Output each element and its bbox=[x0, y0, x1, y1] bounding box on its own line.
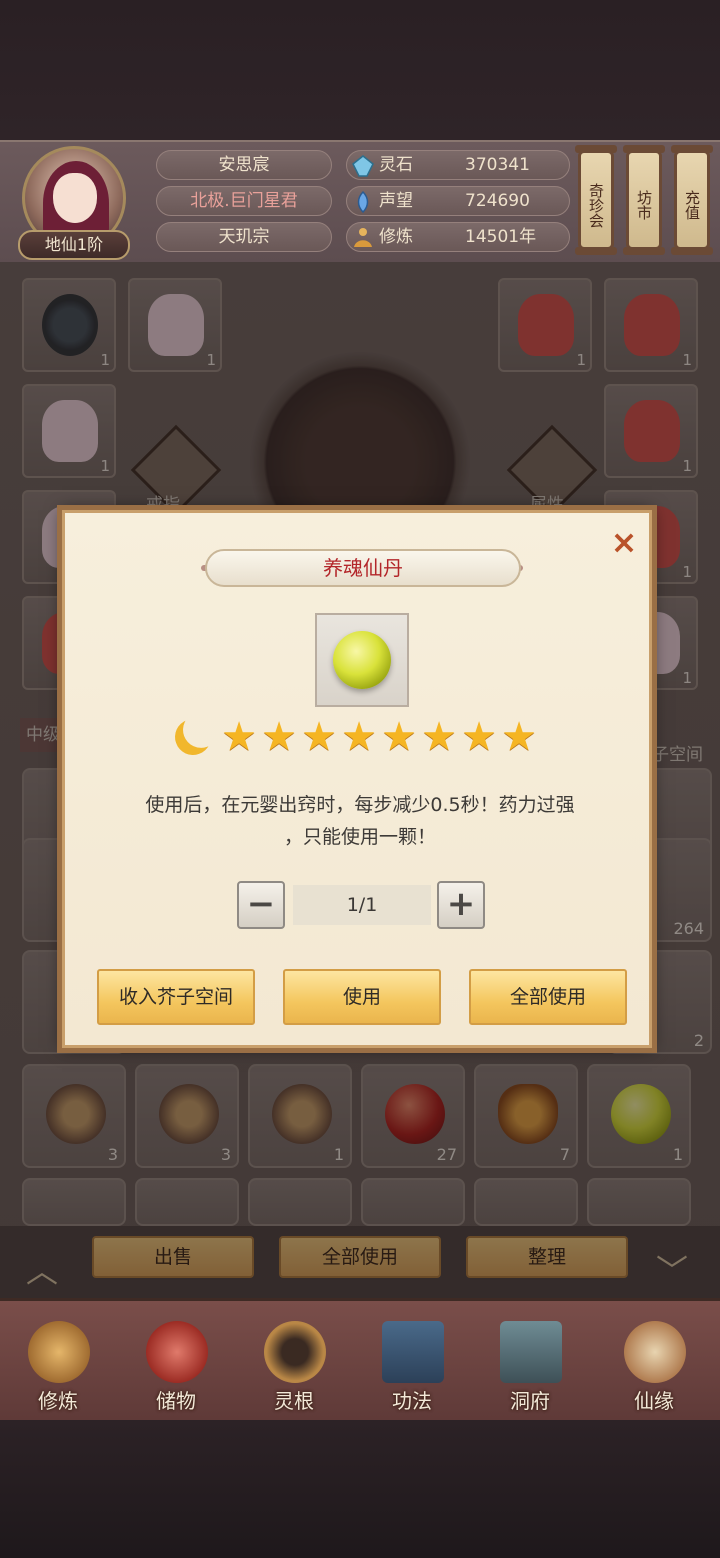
item-detail-dialog: 养魂仙丹 × ★ ★ ★ ★ ★ ★ ★ ★ 使用后，在元婴出窍时，每步减少0.… bbox=[62, 510, 652, 1048]
star-icon: ★ bbox=[261, 714, 297, 760]
nav-label: 修炼 bbox=[38, 1389, 78, 1413]
use-all-dialog-button[interactable]: 全部使用 bbox=[469, 969, 627, 1025]
cave-icon bbox=[500, 1321, 562, 1383]
item-description: 使用后，在元婴出窍时，每步减少0.5秒！药力过强 ，只能使用一颗！ bbox=[95, 789, 625, 853]
star-icon: ★ bbox=[301, 714, 337, 760]
nav-spirit-root[interactable]: 灵根 bbox=[246, 1317, 342, 1421]
resource-spirit-stone: 灵石 370341 bbox=[346, 150, 570, 180]
use-button[interactable]: 使用 bbox=[283, 969, 441, 1025]
resource-label: 声望 bbox=[379, 191, 413, 211]
nav-cave[interactable]: 洞府 bbox=[482, 1317, 578, 1421]
resource-prestige: 声望 724690 bbox=[346, 186, 570, 216]
spirit-root-icon bbox=[264, 1321, 326, 1383]
moon-icon bbox=[170, 714, 216, 760]
item-preview bbox=[315, 613, 409, 707]
avatar-face bbox=[53, 173, 97, 223]
spirit-stone-icon bbox=[352, 155, 374, 177]
star-icon: ★ bbox=[421, 714, 457, 760]
player-title: 北极.巨门星君 bbox=[156, 186, 332, 216]
nav-label: 仙缘 bbox=[634, 1389, 674, 1413]
decrease-quantity-button[interactable]: − bbox=[237, 881, 285, 929]
star-icon: ★ bbox=[381, 714, 417, 760]
nav-cultivate[interactable]: 修炼 bbox=[10, 1317, 106, 1421]
resource-value: 370341 bbox=[465, 155, 530, 175]
elixir-orb-icon bbox=[333, 631, 391, 689]
shortcut-market[interactable]: 坊市 bbox=[623, 145, 665, 255]
resource-value: 724690 bbox=[465, 191, 530, 211]
nav-label: 洞府 bbox=[510, 1389, 550, 1413]
resource-label: 灵石 bbox=[379, 155, 413, 175]
bottom-background bbox=[0, 1420, 720, 1558]
nav-label: 储物 bbox=[156, 1389, 196, 1413]
rank-badge: 地仙1阶 bbox=[18, 230, 130, 260]
shortcut-recharge[interactable]: 充值 bbox=[671, 145, 713, 255]
nav-storage[interactable]: 储物 bbox=[128, 1317, 224, 1421]
top-background bbox=[0, 0, 720, 140]
nav-label: 灵根 bbox=[274, 1389, 314, 1413]
dialog-title-bar: 养魂仙丹 bbox=[205, 549, 521, 587]
cultivator-icon bbox=[28, 1321, 90, 1383]
cultivation-icon bbox=[354, 228, 372, 247]
resource-label: 修炼 bbox=[379, 227, 413, 247]
player-header: 地仙1阶 安思宸 北极.巨门星君 天玑宗 灵石 370341 声望 724690… bbox=[0, 140, 720, 262]
star-icon: ★ bbox=[461, 714, 497, 760]
increase-quantity-button[interactable]: + bbox=[437, 881, 485, 929]
nav-fate[interactable]: 仙缘 bbox=[606, 1317, 702, 1421]
resource-value: 14501年 bbox=[465, 227, 537, 247]
bottom-nav: 修炼 储物 灵根 功法 洞府 仙缘 bbox=[0, 1298, 720, 1420]
nav-technique[interactable]: 功法 bbox=[364, 1317, 460, 1421]
shortcut-treasure-auction[interactable]: 奇珍会 bbox=[575, 145, 617, 255]
player-sect: 天玑宗 bbox=[156, 222, 332, 252]
star-icon: ★ bbox=[341, 714, 377, 760]
quantity-value: 1/1 bbox=[293, 885, 431, 925]
description-line: 使用后，在元婴出窍时，每步减少0.5秒！药力过强 bbox=[145, 794, 575, 816]
resource-cultivation: 修炼 14501年 bbox=[346, 222, 570, 252]
player-name: 安思宸 bbox=[156, 150, 332, 180]
description-line: ，只能使用一颗！ bbox=[283, 826, 436, 848]
bag-icon bbox=[146, 1321, 208, 1383]
store-button[interactable]: 收入芥子空间 bbox=[97, 969, 255, 1025]
nav-label: 功法 bbox=[392, 1389, 432, 1413]
dialog-title: 养魂仙丹 bbox=[323, 556, 403, 580]
book-icon bbox=[382, 1321, 444, 1383]
star-icon: ★ bbox=[501, 714, 537, 760]
gourd-fate-icon bbox=[624, 1321, 686, 1383]
close-button[interactable]: × bbox=[609, 526, 639, 558]
prestige-icon bbox=[357, 190, 369, 214]
star-icon: ★ bbox=[221, 714, 257, 760]
